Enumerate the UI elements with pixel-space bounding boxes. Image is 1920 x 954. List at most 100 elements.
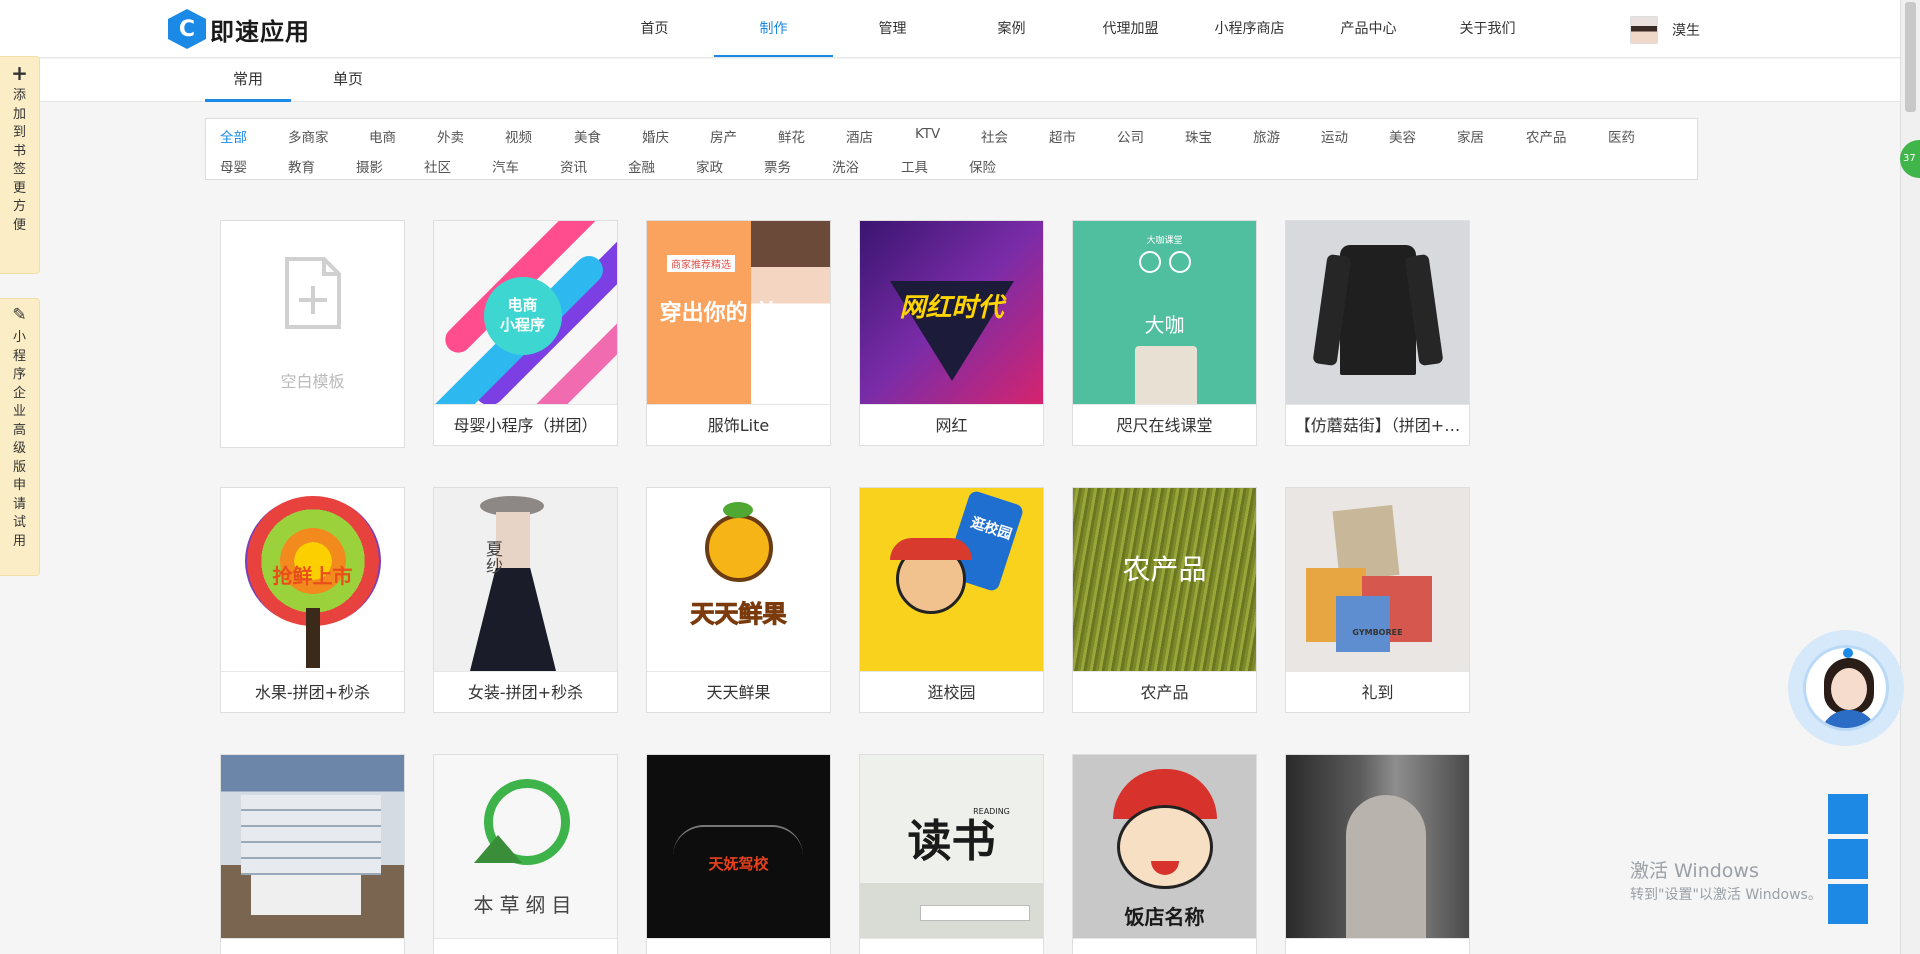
category-item[interactable]: 家政 <box>696 156 723 176</box>
template-thumbnail: READING 读书 <box>860 755 1043 938</box>
template-card[interactable]: 天天鲜果 天天鲜果 <box>646 487 831 713</box>
category-item[interactable]: 教育 <box>288 156 315 176</box>
category-item[interactable]: 旅游 <box>1253 126 1280 146</box>
template-card[interactable]: 【仿蘑菇街】（拼团+… <box>1285 220 1470 446</box>
template-card[interactable] <box>220 754 405 954</box>
category-item[interactable]: 金融 <box>628 156 655 176</box>
template-name: 天天鲜果 <box>647 671 830 712</box>
category-item[interactable]: 工具 <box>901 156 928 176</box>
username: 漠生 <box>1672 23 1700 39</box>
nav-store[interactable]: 小程序商店 <box>1190 0 1309 58</box>
template-card[interactable]: 本草纲目 <box>433 754 618 954</box>
template-card[interactable]: 逛校园 逛校园 <box>859 487 1044 713</box>
template-name: 服饰Lite <box>647 404 830 445</box>
template-name <box>647 938 830 954</box>
category-item[interactable]: 摄影 <box>356 156 383 176</box>
template-name: 逛校园 <box>860 671 1043 712</box>
category-item[interactable]: 多商家 <box>288 126 329 146</box>
category-item[interactable]: 医药 <box>1608 126 1635 146</box>
category-filter: 全部 多商家 电商 外卖 视频 美食 婚庆 房产 鲜花 酒店 KTV 社会 超市… <box>205 118 1698 180</box>
nav-manage[interactable]: 管理 <box>833 0 952 58</box>
thumbnail-text: GYMBOREE <box>1352 628 1403 637</box>
blank-template-label: 空白模板 <box>280 372 345 391</box>
category-item[interactable]: 母婴 <box>220 156 247 176</box>
template-thumbnail: 本草纲目 <box>434 755 617 938</box>
template-name: 女装-拼团+秒杀 <box>434 671 617 712</box>
category-item[interactable]: 鲜花 <box>778 126 805 146</box>
category-all[interactable]: 全部 <box>220 126 247 146</box>
category-item[interactable]: 婚庆 <box>642 126 669 146</box>
category-item[interactable]: 美容 <box>1389 126 1416 146</box>
template-card[interactable]: 电商 小程序 母婴小程序（拼团） <box>433 220 618 446</box>
category-item[interactable]: 社会 <box>981 126 1008 146</box>
template-thumbnail: 天天鲜果 <box>647 488 830 671</box>
tab-single-page[interactable]: 单页 <box>305 59 391 102</box>
thumbnail-text: 电商 小程序 <box>499 296 545 334</box>
nav-create[interactable]: 制作 <box>714 0 833 58</box>
category-item[interactable]: 视频 <box>505 126 532 146</box>
float-button-bottom[interactable] <box>1828 884 1868 924</box>
category-item[interactable]: 电商 <box>369 126 396 146</box>
template-card[interactable]: 网红时代 网红 <box>859 220 1044 446</box>
category-item[interactable]: 资讯 <box>560 156 587 176</box>
category-item[interactable]: 外卖 <box>437 126 464 146</box>
category-item[interactable]: 社区 <box>424 156 451 176</box>
category-item[interactable]: 超市 <box>1049 126 1076 146</box>
category-item[interactable]: 农产品 <box>1526 126 1567 146</box>
nav-home[interactable]: 首页 <box>595 0 714 58</box>
category-item[interactable]: 保险 <box>969 156 996 176</box>
pencil-icon: ✎ <box>12 305 27 325</box>
template-thumbnail: 电商 小程序 <box>434 221 617 404</box>
thumbnail-text: 网红时代 <box>899 293 1004 323</box>
template-card[interactable]: 商家推荐精选 穿出你的 美 服饰Lite <box>646 220 831 446</box>
template-card[interactable]: 饭店名称 <box>1072 754 1257 954</box>
template-card[interactable]: 天妩驾校 <box>646 754 831 954</box>
thumbnail-text: 夏纱 <box>482 540 502 574</box>
template-name: 【仿蘑菇街】（拼团+… <box>1286 404 1469 445</box>
category-item[interactable]: KTV <box>915 126 940 142</box>
category-item[interactable]: 汽车 <box>492 156 519 176</box>
template-card[interactable]: 夏纱 女装-拼团+秒杀 <box>433 487 618 713</box>
category-item[interactable]: 票务 <box>764 156 791 176</box>
template-name <box>1286 938 1469 954</box>
online-indicator <box>1843 648 1853 658</box>
category-item[interactable]: 家居 <box>1457 126 1484 146</box>
category-item[interactable]: 酒店 <box>846 126 873 146</box>
nav-cases[interactable]: 案例 <box>952 0 1071 58</box>
windows-activation-hint: 转到"设置"以激活 Windows。 <box>1630 887 1822 903</box>
scrollbar-thumb[interactable] <box>1905 2 1916 112</box>
template-card[interactable]: 农产品 农产品 <box>1072 487 1257 713</box>
template-thumbnail: 商家推荐精选 穿出你的 美 <box>647 221 830 404</box>
nav-products[interactable]: 产品中心 <box>1309 0 1428 58</box>
enterprise-trial-tab[interactable]: ✎ 小程序企业高级版申请试用 <box>0 298 40 576</box>
category-item[interactable]: 珠宝 <box>1185 126 1212 146</box>
category-item[interactable]: 洗浴 <box>832 156 859 176</box>
bookmark-tab[interactable]: + 添加到书签更方便 <box>0 56 40 274</box>
category-item[interactable]: 房产 <box>710 126 737 146</box>
template-card[interactable]: 大咖课堂 大咖 咫尺在线课堂 <box>1072 220 1257 446</box>
float-button-middle[interactable] <box>1828 839 1868 879</box>
category-item[interactable]: 运动 <box>1321 126 1348 146</box>
sub-tab-bar: 常用 单页 <box>0 59 1900 102</box>
thumbnail-tag: 商家推荐精选 <box>667 255 735 272</box>
template-card[interactable]: READING 读书 <box>859 754 1044 954</box>
thumbnail-text: 穿出你的 美 <box>659 301 778 326</box>
template-thumbnail: 逛校园 <box>860 488 1043 671</box>
category-item[interactable]: 公司 <box>1117 126 1144 146</box>
category-item[interactable]: 美食 <box>574 126 601 146</box>
user-menu[interactable]: 漠生 <box>1630 16 1700 44</box>
tab-common[interactable]: 常用 <box>205 59 291 102</box>
blank-template-card[interactable]: 空白模板 <box>220 220 405 448</box>
nav-about[interactable]: 关于我们 <box>1428 0 1547 58</box>
nav-agency[interactable]: 代理加盟 <box>1071 0 1190 58</box>
thumbnail-text: 天天鲜果 <box>690 600 787 629</box>
thumbnail-text: 抢鲜上市 <box>272 564 353 588</box>
float-button-top[interactable] <box>1828 794 1868 834</box>
template-thumbnail: 网红时代 <box>860 221 1043 404</box>
template-card[interactable]: 抢鲜上市 水果-拼团+秒杀 <box>220 487 405 713</box>
logo[interactable]: C 即速应用 <box>168 9 310 49</box>
template-thumbnail <box>221 755 404 938</box>
template-card[interactable]: GYMBOREE 礼到 <box>1285 487 1470 713</box>
template-thumbnail: GYMBOREE <box>1286 488 1469 671</box>
template-card[interactable] <box>1285 754 1470 954</box>
